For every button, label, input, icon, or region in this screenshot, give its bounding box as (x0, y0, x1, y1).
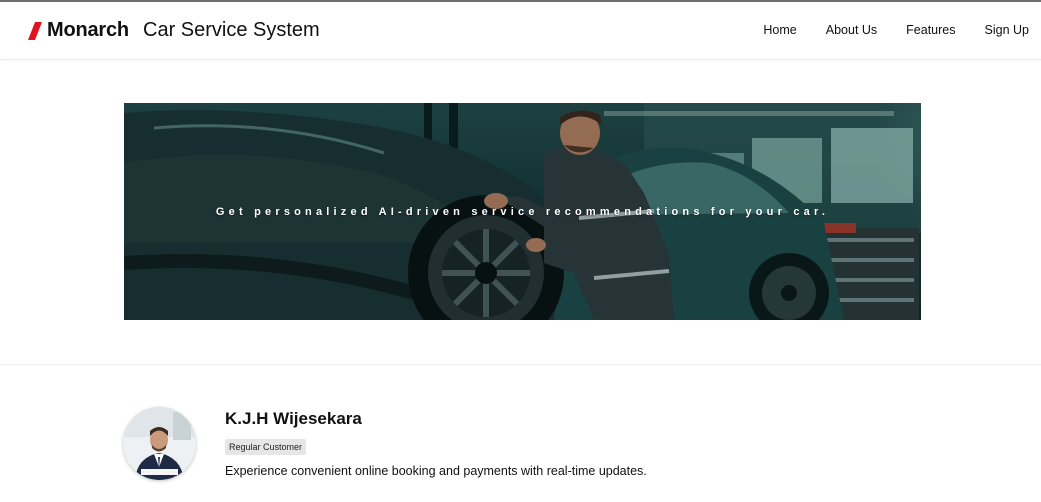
customer-profile: K.J.H Wijesekara Regular Customer Experi… (123, 407, 943, 497)
site-header: Monarch Car Service System Home About Us… (0, 2, 1041, 60)
hero-tagline: Get personalized AI-driven service recom… (215, 206, 830, 218)
nav-home[interactable]: Home (763, 23, 796, 37)
nav-sign-up[interactable]: Sign Up (985, 23, 1029, 37)
hero-section: Get personalized AI-driven service recom… (0, 61, 1041, 365)
brand-logo[interactable]: Monarch (28, 19, 129, 42)
hero-banner: Get personalized AI-driven service recom… (124, 103, 921, 320)
avatar (123, 407, 196, 480)
status-badge: Regular Customer (225, 439, 307, 455)
customer-name: K.J.H Wijesekara (225, 409, 362, 428)
slash-mark-icon (28, 21, 42, 40)
profile-description: Experience convenient online booking and… (225, 464, 647, 478)
nav-features[interactable]: Features (906, 23, 955, 37)
nav-about-us[interactable]: About Us (826, 23, 877, 37)
brand-name: Monarch (47, 19, 129, 41)
main-nav: Home About Us Features Sign Up (734, 23, 1029, 37)
app-title: Car Service System (143, 19, 320, 41)
businessman-portrait-image (123, 407, 196, 480)
